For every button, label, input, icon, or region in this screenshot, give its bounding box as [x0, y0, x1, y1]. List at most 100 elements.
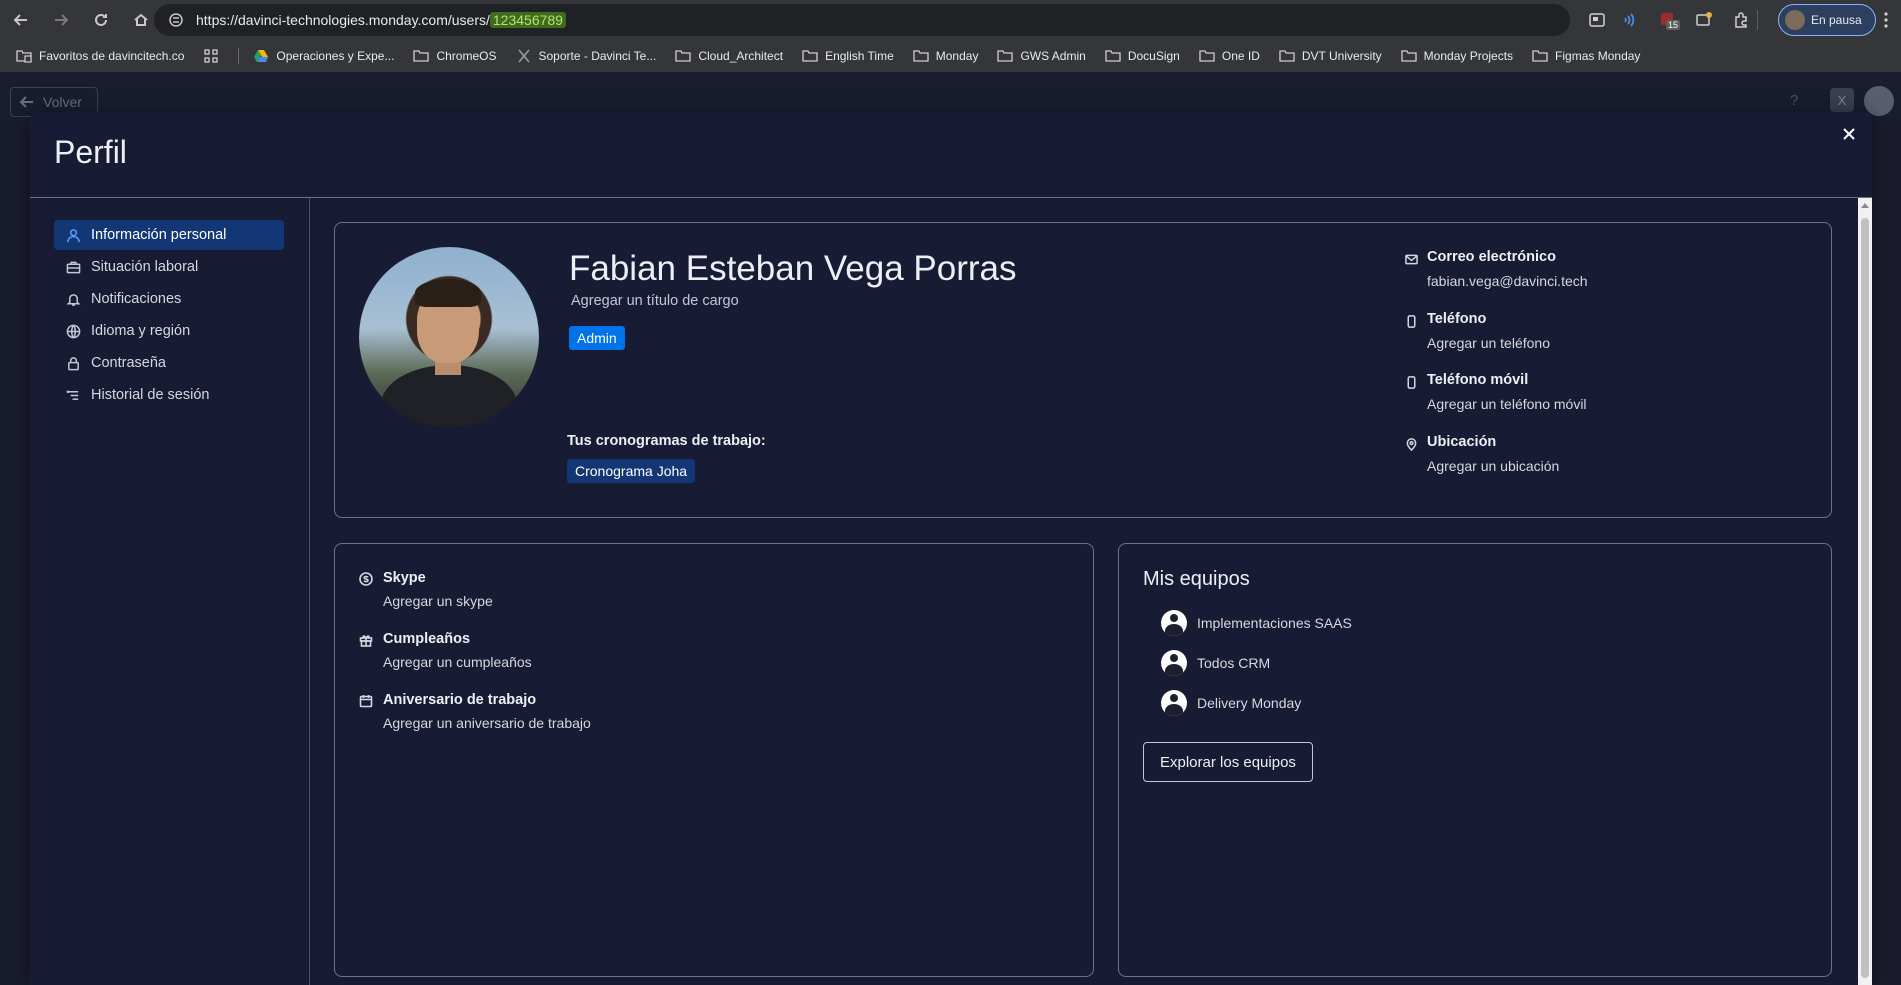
scroll-up-arrow-icon[interactable]: [1861, 203, 1869, 208]
globe-icon: [66, 324, 81, 338]
skype-icon: [359, 572, 373, 586]
modal-title: Perfil: [54, 134, 127, 170]
sidebar-item-situacion-laboral[interactable]: Situación laboral: [54, 252, 284, 282]
profile-card: Fabian Esteban Vega Porras Agregar un tí…: [334, 222, 1832, 518]
phone-field[interactable]: Agregar un teléfono: [1427, 335, 1550, 351]
sidebar-item-notificaciones[interactable]: Notificaciones: [54, 284, 284, 314]
profile-modal: Perfil Información personal Situación la…: [30, 112, 1872, 985]
folder-icon: [1532, 50, 1548, 62]
location-field[interactable]: Agregar un ubicación: [1427, 458, 1559, 474]
drive-icon: [254, 50, 269, 62]
team-item[interactable]: Implementaciones SAAS: [1161, 610, 1352, 636]
profile-pause-button[interactable]: En pausa: [1778, 4, 1876, 36]
bookmark-english-time[interactable]: English Time: [802, 48, 894, 64]
folder-icon: [802, 50, 818, 62]
content-scrollbar[interactable]: [1858, 198, 1872, 985]
bookmark-chromeos[interactable]: ChromeOS: [413, 48, 497, 64]
teams-title: Mis equipos: [1143, 568, 1250, 590]
page-x-icon[interactable]: X: [1830, 88, 1854, 112]
pause-label: En pausa: [1811, 13, 1862, 27]
team-icon: [1161, 610, 1187, 636]
team-item[interactable]: Delivery Monday: [1161, 690, 1301, 716]
teams-card: Mis equipos Implementaciones SAAS Todos …: [1118, 543, 1832, 977]
reload-icon[interactable]: [88, 7, 114, 33]
folder-device-icon: [16, 50, 32, 63]
folder-icon: [1279, 50, 1295, 62]
browser-toolbar: https://davinci-technologies.monday.com/…: [0, 0, 1901, 40]
birthday-field[interactable]: Agregar un cumpleaños: [383, 654, 532, 670]
notification-extension-icon[interactable]: [1692, 8, 1716, 32]
x-logo-icon: [517, 49, 530, 63]
extensions-puzzle-icon[interactable]: [1729, 8, 1753, 32]
sidebar-item-contrasena[interactable]: Contraseña: [54, 348, 284, 378]
forward-arrow-icon[interactable]: [48, 7, 74, 33]
bookmark-one-id[interactable]: One ID: [1199, 48, 1260, 64]
browser-profile-avatar: [1785, 10, 1805, 30]
sidebar-item-historial-sesion[interactable]: Historial de sesión: [54, 380, 284, 410]
wifi-extension-icon[interactable]: [1620, 8, 1644, 32]
team-icon: [1161, 650, 1187, 676]
admin-badge: Admin: [569, 326, 625, 350]
arrow-left-icon: [19, 96, 33, 108]
history-icon: [66, 389, 79, 400]
sidebar-item-idioma-region[interactable]: Idioma y región: [54, 316, 284, 346]
folder-icon: [675, 50, 691, 62]
bookmarks-bar: Favoritos de davincitech.co Operaciones …: [0, 40, 1901, 72]
schedule-chip[interactable]: Cronograma Joha: [567, 459, 696, 483]
home-icon[interactable]: [128, 7, 154, 33]
bookmark-monday-projects[interactable]: Monday Projects: [1401, 48, 1513, 64]
help-icon[interactable]: ?: [1790, 92, 1798, 109]
explore-teams-button[interactable]: Explorar los equipos: [1143, 742, 1313, 782]
email-value[interactable]: fabian.vega@davinci.tech: [1427, 273, 1588, 289]
location-icon: [1406, 438, 1417, 451]
close-icon: [1843, 128, 1855, 140]
bookmarks-divider: [238, 48, 240, 64]
skype-field[interactable]: Agregar un skype: [383, 593, 493, 609]
extension-badge-icon[interactable]: 15: [1656, 8, 1681, 32]
apps-grid-icon[interactable]: [203, 48, 226, 64]
bookmark-docusign[interactable]: DocuSign: [1105, 48, 1180, 64]
team-icon: [1161, 690, 1187, 716]
mail-icon: [1405, 254, 1418, 265]
team-item[interactable]: Todos CRM: [1161, 650, 1270, 676]
personal-info-card: Skype Agregar un skype Cumpleaños Agrega…: [334, 543, 1094, 977]
url-text: https://davinci-technologies.monday.com/…: [196, 12, 490, 28]
back-arrow-icon[interactable]: [8, 7, 34, 33]
bookmark-gws-admin[interactable]: GWS Admin: [997, 48, 1086, 64]
scrollbar-thumb[interactable]: [1861, 218, 1869, 978]
bookmark-cloud-architect[interactable]: Cloud_Architect: [675, 48, 783, 64]
briefcase-icon: [66, 261, 81, 273]
phone-icon: [1407, 315, 1416, 328]
folder-icon: [913, 50, 929, 62]
profile-photo[interactable]: [359, 247, 539, 427]
lock-icon: [68, 356, 79, 370]
bookmark-figmas-monday[interactable]: Figmas Monday: [1532, 48, 1640, 64]
sidebar-item-informacion-personal[interactable]: Información personal: [54, 220, 284, 250]
tab-search-icon[interactable]: [1585, 8, 1609, 32]
bookmark-favoritos[interactable]: Favoritos de davincitech.co: [16, 48, 184, 64]
folder-icon: [413, 50, 430, 62]
modal-header: Perfil: [30, 112, 1872, 198]
address-bar[interactable]: https://davinci-technologies.monday.com/…: [154, 4, 1570, 36]
folder-icon: [997, 50, 1014, 62]
bookmark-dvt-university[interactable]: DVT University: [1279, 48, 1382, 64]
bookmark-operaciones[interactable]: Operaciones y Expe...: [253, 48, 394, 64]
bell-icon: [66, 293, 81, 306]
work-anniversary-field[interactable]: Agregar un aniversario de trabajo: [383, 715, 591, 731]
mobile-icon: [1407, 376, 1416, 389]
close-button[interactable]: [1836, 121, 1862, 147]
profile-sidebar: Información personal Situación laboral N…: [30, 198, 310, 985]
calendar-icon: [359, 695, 373, 708]
bookmark-soporte[interactable]: Soporte - Davinci Te...: [516, 48, 656, 64]
gift-icon: [359, 635, 373, 647]
bookmark-monday[interactable]: Monday: [913, 48, 978, 64]
site-info-icon[interactable]: [168, 12, 184, 28]
toolbar-divider: [1757, 10, 1758, 30]
browser-menu-icon[interactable]: [1884, 12, 1888, 28]
schedules-label: Tus cronogramas de trabajo:: [567, 433, 766, 449]
person-icon: [67, 228, 80, 242]
profile-name[interactable]: Fabian Esteban Vega Porras: [569, 249, 1017, 289]
mobile-field[interactable]: Agregar un teléfono móvil: [1427, 396, 1587, 412]
job-title-field[interactable]: Agregar un título de cargo: [571, 293, 739, 309]
folder-icon: [1401, 50, 1417, 62]
